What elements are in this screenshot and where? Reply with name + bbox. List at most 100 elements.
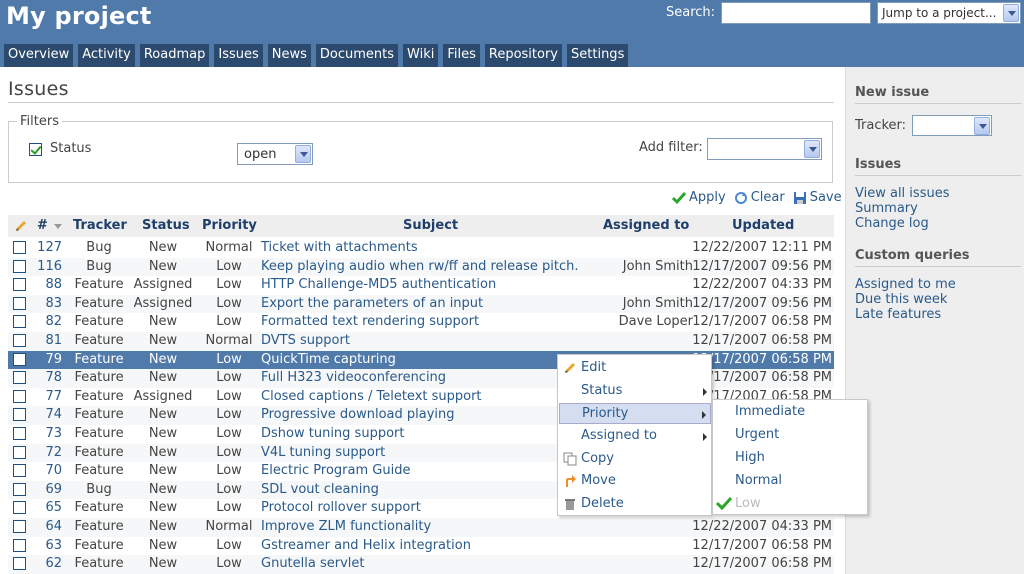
view-all-issues-link[interactable]: View all issues (855, 187, 949, 201)
issue-id-link[interactable]: 65 (32, 500, 62, 515)
row-checkbox[interactable] (13, 315, 26, 329)
row-checkbox[interactable] (13, 389, 26, 403)
issue-id-link[interactable]: 69 (32, 482, 62, 497)
issue-id-link[interactable]: 74 (32, 407, 62, 422)
apply-button[interactable]: Apply (672, 190, 726, 205)
issue-subject-link[interactable]: Electric Program Guide (261, 463, 410, 478)
column-id[interactable]: # (37, 218, 48, 233)
row-checkbox[interactable] (13, 427, 26, 440)
row-checkbox[interactable] (13, 557, 26, 571)
issue-id-link[interactable]: 88 (32, 277, 62, 292)
tab-settings[interactable]: Settings (567, 44, 629, 67)
issue-id-link[interactable]: 63 (32, 538, 62, 553)
row-checkbox[interactable] (13, 241, 26, 254)
issue-id-link[interactable]: 78 (32, 370, 62, 385)
table-row[interactable]: 116 Bug New Low Keep playing audio when rw/f… (8, 257, 834, 277)
row-checkbox[interactable] (13, 296, 26, 310)
context-delete[interactable]: Delete (559, 494, 711, 515)
tab-roadmap[interactable]: Roadmap (139, 44, 210, 67)
tab-files[interactable]: Files (443, 44, 480, 67)
issue-subject-link[interactable]: Improve ZLM functionality (261, 519, 431, 534)
project-title[interactable]: My project (6, 2, 152, 30)
row-checkbox[interactable] (13, 259, 26, 273)
issue-subject-link[interactable]: Dshow tuning support (261, 426, 404, 441)
tab-issues[interactable]: Issues (214, 44, 263, 67)
tab-activity[interactable]: Activity (78, 44, 135, 67)
add-filter-select[interactable] (707, 138, 822, 160)
issue-subject-link[interactable]: QuickTime capturing (261, 352, 396, 367)
column-updated[interactable]: Updated (732, 218, 794, 233)
priority-high[interactable]: High (735, 450, 765, 465)
issue-subject-link[interactable]: DVTS support (261, 333, 350, 348)
row-checkbox[interactable] (13, 538, 26, 552)
context-assigned-to[interactable]: Assigned to (559, 426, 711, 447)
row-checkbox[interactable] (13, 520, 26, 533)
save-button[interactable]: Save (793, 190, 842, 205)
status-filter-checkbox[interactable] (29, 143, 42, 156)
column-tracker[interactable]: Tracker (73, 218, 127, 233)
issue-subject-link[interactable]: Export the parameters of an input (261, 296, 483, 311)
context-status[interactable]: Status (559, 381, 711, 402)
issue-subject-link[interactable]: SDL vout cleaning (261, 482, 379, 497)
clear-button[interactable]: Clear (734, 190, 785, 205)
table-row[interactable]: 63 Feature New Low Gstreamer and Helix integ… (8, 537, 834, 556)
assigned-to-me-link[interactable]: Assigned to me (855, 278, 956, 292)
summary-link[interactable]: Summary (855, 202, 918, 216)
table-row[interactable]: 64 Feature New Normal Improve ZLM functional… (8, 518, 834, 537)
pencil-icon[interactable] (14, 219, 28, 233)
issue-subject-link[interactable]: Gnutella servlet (261, 556, 365, 571)
column-assigned-to[interactable]: Assigned to (603, 218, 689, 233)
table-row[interactable]: 62 Feature New Low Gnutella servlet 12/17/200… (8, 555, 834, 574)
row-checkbox[interactable] (13, 445, 26, 459)
row-checkbox[interactable] (13, 371, 26, 385)
priority-normal[interactable]: Normal (735, 473, 782, 488)
issue-subject-link[interactable]: Formatted text rendering support (261, 314, 479, 329)
issue-id-link[interactable]: 77 (32, 389, 62, 404)
table-row[interactable]: 82 Feature New Low Formatted text rendering … (8, 313, 834, 332)
table-row[interactable]: 127 Bug New Normal Ticket with attachments 12… (8, 239, 834, 258)
context-move[interactable]: Move (559, 471, 711, 492)
table-row[interactable]: 83 Feature Assigned Low Export the parameter… (8, 294, 834, 314)
issue-id-link[interactable]: 116 (32, 259, 62, 274)
row-checkbox[interactable] (13, 464, 26, 478)
issue-id-link[interactable]: 79 (32, 352, 62, 367)
issue-id-link[interactable]: 64 (32, 519, 62, 534)
search-input[interactable] (721, 2, 871, 24)
column-status[interactable]: Status (142, 218, 190, 233)
row-checkbox[interactable] (13, 408, 26, 422)
priority-urgent[interactable]: Urgent (735, 427, 779, 442)
issue-id-link[interactable]: 127 (32, 240, 62, 255)
issue-id-link[interactable]: 82 (32, 314, 62, 329)
context-priority[interactable]: Priority (559, 403, 711, 424)
change-log-link[interactable]: Change log (855, 217, 929, 231)
row-checkbox[interactable] (13, 278, 26, 292)
column-subject[interactable]: Subject (403, 218, 458, 233)
priority-immediate[interactable]: Immediate (735, 404, 805, 419)
tracker-select[interactable] (912, 115, 992, 136)
issue-subject-link[interactable]: Gstreamer and Helix integration (261, 538, 471, 553)
row-checkbox[interactable] (13, 334, 26, 347)
table-row[interactable]: 81 Feature New Normal DVTS support 12/17/2007… (8, 332, 834, 351)
status-filter-select[interactable]: open (237, 143, 313, 165)
issue-subject-link[interactable]: V4L tuning support (261, 445, 385, 460)
row-checkbox[interactable] (13, 352, 26, 366)
issue-id-link[interactable]: 72 (32, 445, 62, 460)
issue-id-link[interactable]: 73 (32, 426, 62, 441)
issue-subject-link[interactable]: Keep playing audio when rw/ff and releas… (261, 259, 578, 274)
column-priority[interactable]: Priority (202, 218, 257, 233)
due-this-week-link[interactable]: Due this week (855, 293, 947, 307)
issue-subject-link[interactable]: Progressive download playing (261, 407, 455, 422)
tab-repository[interactable]: Repository (484, 44, 563, 67)
tab-news[interactable]: News (267, 44, 311, 67)
issue-subject-link[interactable]: Full H323 videoconferencing (261, 370, 446, 385)
issue-subject-link[interactable]: Closed captions / Teletext support (261, 389, 482, 404)
issue-id-link[interactable]: 81 (32, 333, 62, 348)
table-row[interactable]: 88 Feature Assigned Low HTTP Challenge-MD5 a… (8, 276, 834, 295)
issue-id-link[interactable]: 83 (32, 296, 62, 311)
tab-documents[interactable]: Documents (315, 44, 399, 67)
row-checkbox[interactable] (13, 501, 26, 515)
late-features-link[interactable]: Late features (855, 308, 941, 322)
issue-subject-link[interactable]: Protocol rollover support (261, 500, 421, 515)
jump-to-project-select[interactable]: Jump to a project... (877, 2, 1021, 24)
issue-id-link[interactable]: 70 (32, 463, 62, 478)
